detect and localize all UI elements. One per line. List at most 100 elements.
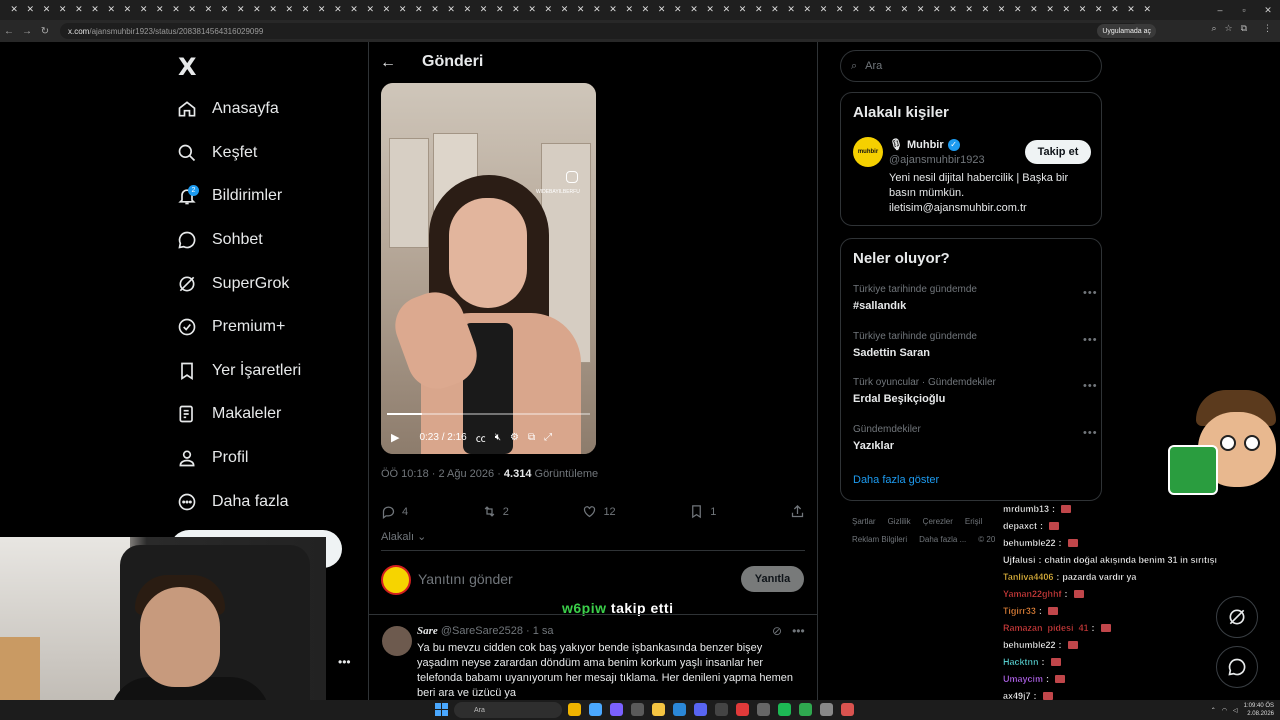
browser-tab[interactable]: ✕ (864, 3, 880, 17)
browser-tab[interactable]: ✕ (896, 3, 912, 17)
nav-item-notifications[interactable]: 2 Bildirimler (176, 182, 282, 210)
browser-tab[interactable]: ✕ (200, 3, 216, 17)
browser-tab[interactable]: ✕ (1091, 3, 1107, 17)
browser-tab[interactable]: ✕ (362, 3, 378, 17)
nav-item-home[interactable]: Anasayfa (176, 95, 279, 123)
x-logo[interactable]: X (178, 53, 197, 81)
nav-item-articles[interactable]: Makaleler (176, 400, 281, 428)
minimize-icon[interactable]: – (1208, 0, 1232, 20)
reply-action[interactable]: 4 (381, 504, 408, 519)
chat-username[interactable]: depaxct (1003, 520, 1037, 530)
related-dropdown[interactable]: Alakalı ⌄ (381, 530, 426, 543)
browser-tab[interactable]: ✕ (427, 3, 443, 17)
extensions-icon[interactable]: ⧉ (1241, 23, 1247, 34)
forward-icon[interactable]: → (18, 26, 36, 37)
nav-item-chat[interactable]: Sohbet (176, 226, 263, 254)
browser-tab[interactable]: ✕ (1107, 3, 1123, 17)
browser-tab[interactable]: ✕ (1026, 3, 1042, 17)
chat-username[interactable]: Umaycim (1003, 673, 1043, 683)
browser-tab[interactable]: ✕ (913, 3, 929, 17)
browser-tab[interactable]: ✕ (314, 3, 330, 17)
browser-tab[interactable]: ✕ (718, 3, 734, 17)
volume-icon[interactable]: ◁ (1233, 707, 1238, 714)
chat-username[interactable]: Yaman22ghhf (1003, 588, 1062, 598)
browser-tab[interactable]: ✕ (281, 3, 297, 17)
browser-tab[interactable]: ✕ (411, 3, 427, 17)
browser-tab[interactable]: ✕ (605, 3, 621, 17)
browser-tab[interactable]: ✕ (832, 3, 848, 17)
chat-username[interactable]: behumble22 (1003, 537, 1056, 547)
browser-tab[interactable]: ✕ (1058, 3, 1074, 17)
share-action[interactable] (790, 504, 805, 519)
browser-tab[interactable]: ✕ (848, 3, 864, 17)
clock[interactable]: 1:09:40 ÖS 2.08.2026 (1244, 702, 1274, 718)
browser-tab[interactable]: ✕ (508, 3, 524, 17)
more-options-icon[interactable]: ••• (1083, 287, 1098, 299)
show-more-link[interactable]: Daha fazla göster (853, 474, 939, 486)
browser-tab[interactable]: ✕ (184, 3, 200, 17)
play-icon[interactable]: ▶ (391, 431, 399, 444)
app-icon[interactable] (673, 703, 686, 716)
chevron-up-icon[interactable]: ⌃ (1211, 707, 1216, 714)
browser-tab[interactable]: ✕ (961, 3, 977, 17)
trend-item[interactable]: Türkiye tarihinde gündemde #sallandık (853, 284, 977, 312)
app-icon[interactable] (736, 703, 749, 716)
chat-username[interactable]: Tigirr33 (1003, 605, 1036, 615)
app-icon[interactable] (820, 703, 833, 716)
nav-item-premium[interactable]: Premium+ (176, 313, 285, 341)
wifi-icon[interactable]: ◠ (1222, 707, 1227, 714)
nav-item-supergrok[interactable]: SuperGrok (176, 270, 289, 298)
reply-button[interactable]: Yanıtla (741, 566, 804, 592)
zoom-icon[interactable]: ⌕ (1211, 23, 1216, 34)
browser-tab[interactable]: ✕ (621, 3, 637, 17)
browser-tab[interactable]: ✕ (168, 3, 184, 17)
reply-author-handle[interactable]: @SareSare2528 · 1 sa (441, 625, 554, 637)
browser-tab[interactable]: ✕ (815, 3, 831, 17)
close-icon[interactable]: ✕ (1256, 0, 1280, 20)
chat-username[interactable]: behumble22 (1003, 639, 1056, 649)
settings-icon[interactable]: ⚙ (510, 432, 519, 443)
relevant-person-handle[interactable]: @ajansmuhbir1923 (889, 154, 985, 166)
browser-tab[interactable]: ✕ (702, 3, 718, 17)
browser-tab[interactable]: ✕ (459, 3, 475, 17)
browser-tab[interactable]: ✕ (103, 3, 119, 17)
pip-icon[interactable]: ⧉ (528, 432, 535, 443)
browser-tab[interactable]: ✕ (38, 3, 54, 17)
browser-tab[interactable]: ✕ (880, 3, 896, 17)
folder-icon[interactable] (652, 703, 665, 716)
browser-tab[interactable]: ✕ (1139, 3, 1155, 17)
browser-tab[interactable]: ✕ (136, 3, 152, 17)
browser-tab[interactable]: ✕ (87, 3, 103, 17)
app-icon[interactable] (715, 703, 728, 716)
footer-link[interactable]: Çerezler (923, 517, 953, 526)
discord-icon[interactable] (694, 703, 707, 716)
browser-tab[interactable]: ✕ (6, 3, 22, 17)
browser-tab[interactable]: ✕ (395, 3, 411, 17)
follow-button[interactable]: Takip et (1025, 140, 1091, 164)
browser-tab[interactable]: ✕ (540, 3, 556, 17)
chat-username[interactable]: mrdumb13 (1003, 503, 1049, 513)
browser-tab[interactable]: ✕ (524, 3, 540, 17)
account-more-icon[interactable]: ••• (338, 655, 351, 669)
browser-tab[interactable]: ✕ (233, 3, 249, 17)
chrome-icon[interactable] (568, 703, 581, 716)
browser-tab[interactable]: ✕ (654, 3, 670, 17)
browser-tab[interactable]: ✕ (119, 3, 135, 17)
browser-tab[interactable]: ✕ (977, 3, 993, 17)
spotify-icon[interactable] (778, 703, 791, 716)
maximize-icon[interactable]: ▫ (1232, 0, 1256, 20)
messages-fab[interactable] (1216, 646, 1258, 688)
like-action[interactable]: 12 (582, 504, 616, 519)
grok-icon[interactable]: ⊘ (772, 624, 782, 638)
browser-tab[interactable]: ✕ (945, 3, 961, 17)
app-icon[interactable] (841, 703, 854, 716)
grok-fab[interactable] (1216, 596, 1258, 638)
chat-username[interactable]: Tanliva4406 (1003, 571, 1054, 581)
browser-tab[interactable]: ✕ (799, 3, 815, 17)
more-options-icon[interactable]: ••• (1083, 380, 1098, 392)
trend-item[interactable]: Türkiye tarihinde gündemde Sadettin Sara… (853, 331, 977, 359)
fullscreen-icon[interactable]: ⤢ (544, 432, 552, 443)
nav-item-explore[interactable]: Keşfet (176, 139, 257, 167)
browser-tab[interactable]: ✕ (378, 3, 394, 17)
video-progress-bar[interactable] (387, 413, 590, 415)
